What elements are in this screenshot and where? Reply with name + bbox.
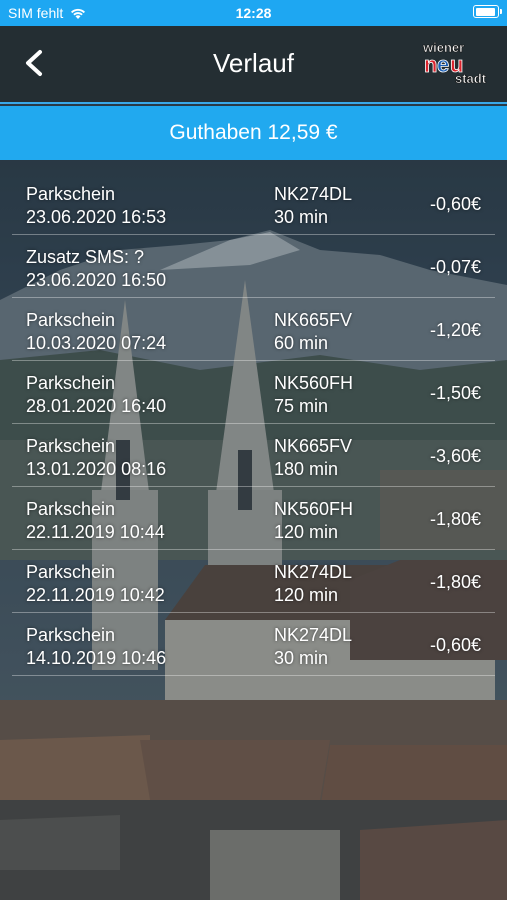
entry-info: Parkschein 23.06.2020 16:53: [26, 183, 166, 229]
history-row[interactable]: Parkschein 23.06.2020 16:53 NK274DL 30 min -…: [12, 172, 495, 235]
entry-datetime: 14.10.2019 10:46: [26, 648, 167, 668]
entry-type: Parkschein: [26, 625, 116, 645]
entry-info: Parkschein 10.03.2020 07:24: [26, 309, 166, 355]
status-bar: SIM fehlt 12:28: [0, 0, 507, 26]
parking-duration: 120 min: [274, 522, 339, 542]
entry-amount: -0,60€: [429, 635, 481, 655]
entry-type: Zusatz SMS: ?: [26, 247, 145, 267]
entry-type: Parkschein: [26, 562, 116, 582]
license-plate: NK560FH: [274, 499, 354, 519]
entry-datetime: 23.06.2020 16:50: [26, 270, 167, 290]
clock: 12:28: [235, 5, 272, 21]
entry-datetime: 23.06.2020 16:53: [26, 207, 167, 227]
entry-type: Parkschein: [26, 436, 116, 456]
entry-type: Parkschein: [26, 184, 116, 204]
history-row[interactable]: Parkschein 22.11.2019 10:44 NK560FH 120 min…: [12, 487, 495, 550]
entry-vehicle: NK274DL 120 min: [274, 561, 352, 607]
entry-info: Parkschein 22.11.2019 10:42: [26, 561, 165, 607]
entry-info: Zusatz SMS: ? 23.06.2020 16:50: [26, 246, 166, 292]
entry-vehicle: NK274DL 30 min: [274, 624, 352, 670]
entry-type: Parkschein: [26, 310, 116, 330]
entry-amount: -1,50€: [429, 383, 481, 403]
history-row[interactable]: Zusatz SMS: ? 23.06.2020 16:50 -0,07€: [12, 235, 495, 298]
license-plate: NK274DL: [274, 625, 353, 645]
parking-duration: 75 min: [274, 396, 329, 416]
wiener-neustadt-logo: wiener n e u stadt: [422, 40, 487, 86]
entry-type: Parkschein: [26, 373, 116, 393]
entry-amount: -0,60€: [429, 194, 481, 214]
entry-datetime: 28.01.2020 16:40: [26, 396, 167, 416]
license-plate: NK274DL: [274, 184, 353, 204]
entry-info: Parkschein 14.10.2019 10:46: [26, 624, 166, 670]
history-row[interactable]: Parkschein 10.03.2020 07:24 NK665FV 60 min -…: [12, 298, 495, 361]
parking-duration: 30 min: [274, 207, 329, 227]
history-row[interactable]: Parkschein 14.10.2019 10:46 NK274DL 30 min -…: [12, 613, 495, 676]
parking-duration: 60 min: [274, 333, 329, 353]
entry-vehicle: NK665FV 180 min: [274, 435, 352, 481]
parking-duration: 30 min: [274, 648, 329, 668]
entry-info: Parkschein 13.01.2020 08:16: [26, 435, 166, 481]
svg-text:stadt: stadt: [455, 71, 487, 86]
nav-bar: Verlauf wiener n e u stadt: [0, 26, 507, 104]
history-row[interactable]: Parkschein 28.01.2020 16:40 NK560FH 75 min -…: [12, 361, 495, 424]
parking-duration: 120 min: [274, 585, 339, 605]
license-plate: NK274DL: [274, 562, 353, 582]
entry-vehicle: NK665FV 60 min: [274, 309, 352, 355]
battery-icon: [473, 5, 502, 18]
entry-info: Parkschein 28.01.2020 16:40: [26, 372, 166, 418]
history-list: Parkschein 23.06.2020 16:53 NK274DL 30 min -…: [0, 172, 507, 676]
parking-duration: 180 min: [274, 459, 339, 479]
svg-text:n: n: [424, 52, 437, 77]
license-plate: NK665FV: [274, 436, 353, 456]
entry-datetime: 22.11.2019 10:44: [26, 522, 165, 542]
entry-amount: -1,80€: [429, 572, 481, 592]
entry-type: Parkschein: [26, 499, 116, 519]
entry-info: Parkschein 22.11.2019 10:44: [26, 498, 165, 544]
license-plate: NK665FV: [274, 310, 353, 330]
entry-vehicle: NK560FH 120 min: [274, 498, 353, 544]
entry-vehicle: NK560FH 75 min: [274, 372, 353, 418]
entry-datetime: 10.03.2020 07:24: [26, 333, 167, 353]
balance-banner: Guthaben 12,59 €: [0, 106, 507, 160]
entry-amount: -0,07€: [429, 257, 481, 277]
history-row[interactable]: Parkschein 13.01.2020 08:16 NK665FV 180 min…: [12, 424, 495, 487]
entry-amount: -1,20€: [429, 320, 481, 340]
svg-text:e: e: [437, 52, 449, 77]
history-row[interactable]: Parkschein 22.11.2019 10:42 NK274DL 120 min…: [12, 550, 495, 613]
entry-amount: -3,60€: [429, 446, 481, 466]
entry-vehicle: NK274DL 30 min: [274, 183, 352, 229]
entry-amount: -1,80€: [429, 509, 481, 529]
license-plate: NK560FH: [274, 373, 354, 393]
entry-datetime: 22.11.2019 10:42: [26, 585, 165, 605]
entry-datetime: 13.01.2020 08:16: [26, 459, 167, 479]
